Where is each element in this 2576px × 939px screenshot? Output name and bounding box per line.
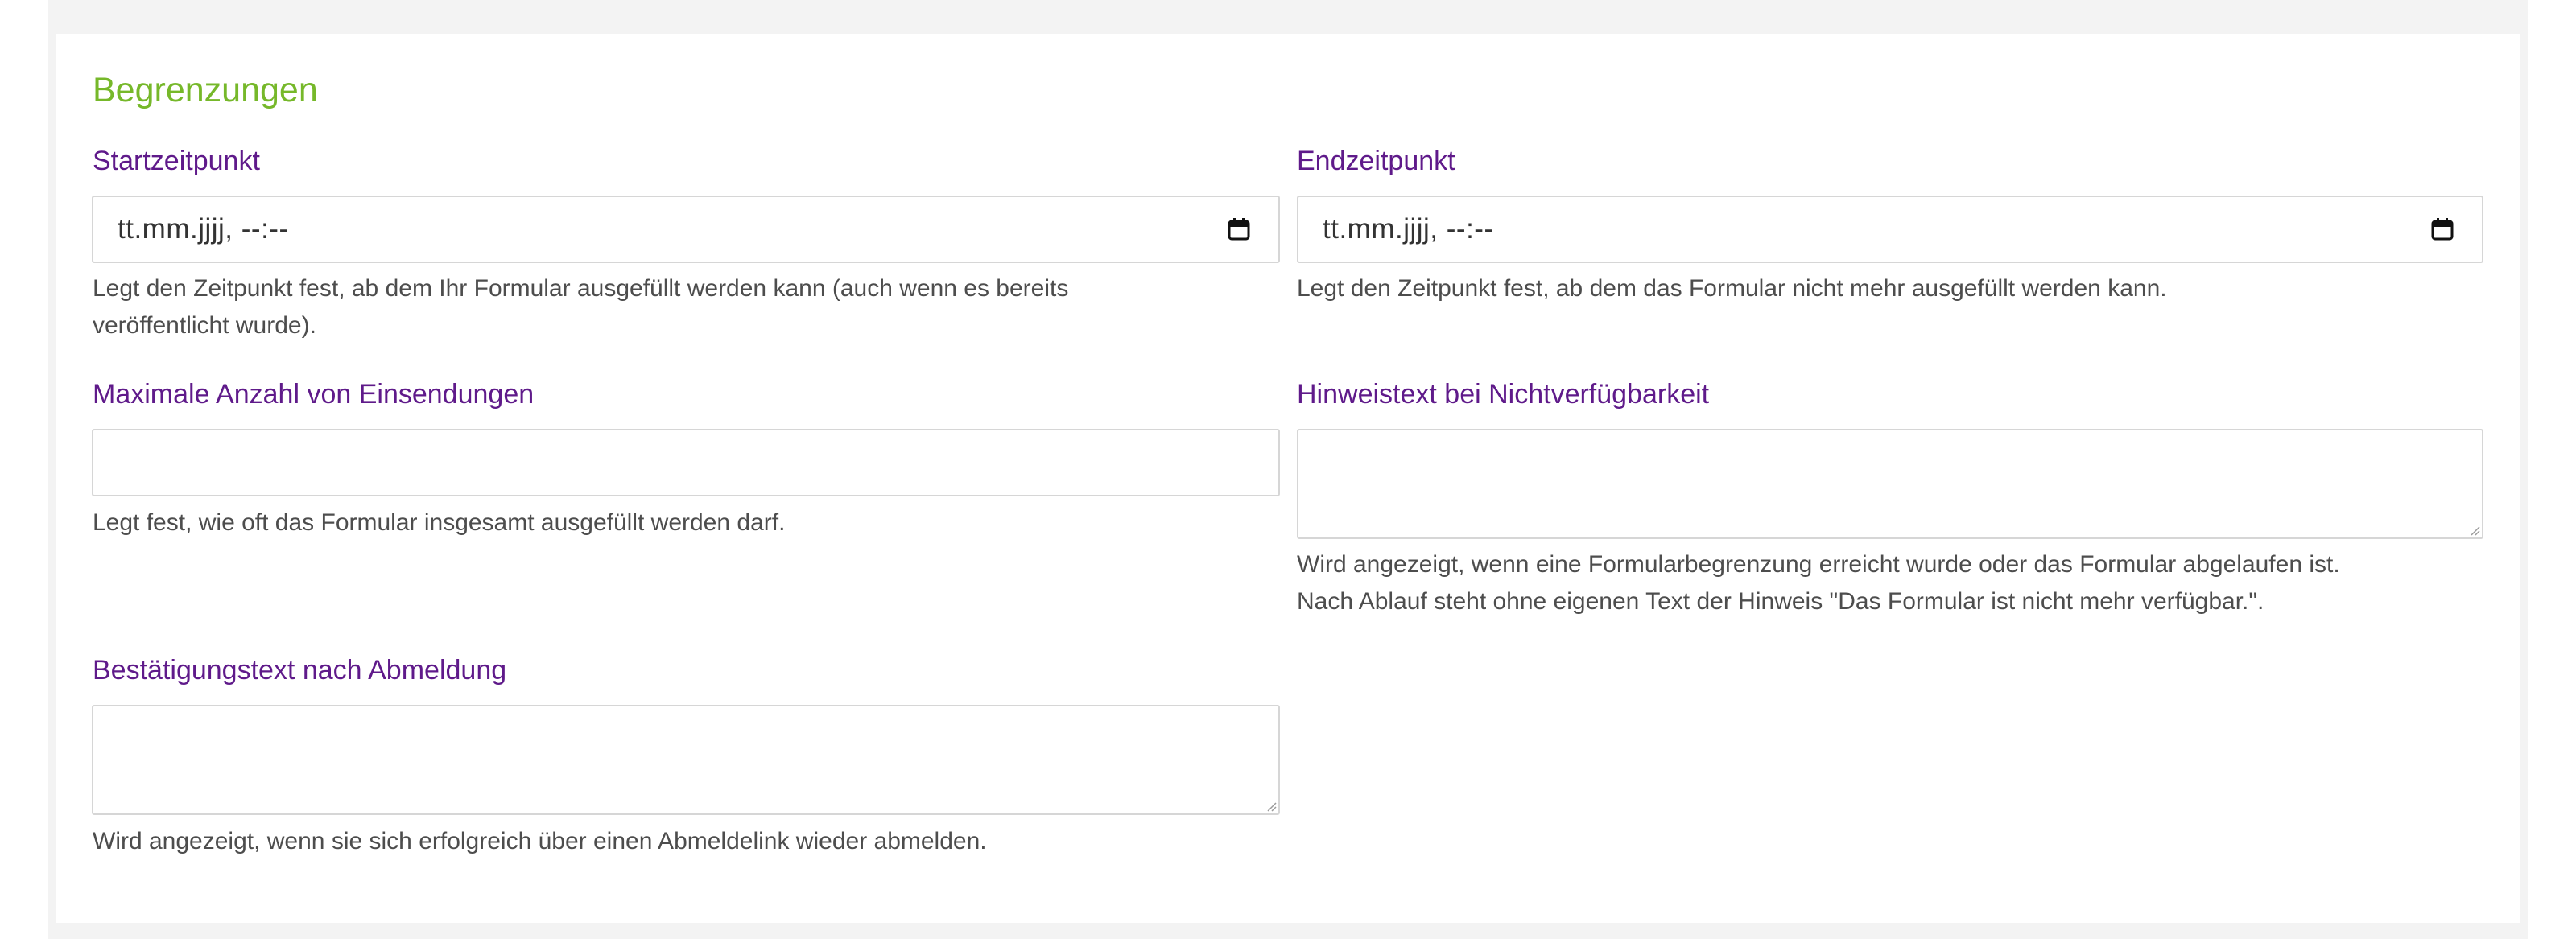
end-time-label: Endzeitpunkt bbox=[1297, 146, 1455, 176]
start-time-help-line1: Legt den Zeitpunkt fest, ab dem Ihr Form… bbox=[93, 275, 1069, 302]
resize-grip-icon[interactable] bbox=[1265, 801, 1277, 812]
start-time-placeholder: tt.mm.jjjj, --:-- bbox=[118, 213, 289, 245]
start-time-help-line2: veröffentlicht wurde). bbox=[93, 312, 316, 339]
calendar-icon[interactable] bbox=[2430, 217, 2454, 241]
unsubscribe-confirmation-help: Wird angezeigt, wenn sie sich erfolgreic… bbox=[93, 828, 987, 855]
resize-grip-icon[interactable] bbox=[2469, 525, 2480, 536]
unavailable-notice-textarea[interactable] bbox=[1297, 429, 2483, 539]
start-time-label: Startzeitpunkt bbox=[93, 146, 260, 176]
start-time-input[interactable]: tt.mm.jjjj, --:-- bbox=[92, 196, 1280, 263]
section-title: Begrenzungen bbox=[93, 71, 318, 109]
unavailable-notice-label: Hinweistext bei Nichtverfügbarkeit bbox=[1297, 379, 1710, 410]
max-submissions-input[interactable] bbox=[92, 429, 1280, 496]
end-time-help: Legt den Zeitpunkt fest, ab dem das Form… bbox=[1297, 275, 2167, 302]
calendar-icon[interactable] bbox=[1227, 217, 1251, 241]
max-submissions-help: Legt fest, wie oft das Formular insgesam… bbox=[93, 509, 786, 536]
max-submissions-label: Maximale Anzahl von Einsendungen bbox=[93, 379, 535, 410]
unsubscribe-confirmation-label: Bestätigungstext nach Abmeldung bbox=[93, 655, 507, 686]
end-time-input[interactable]: tt.mm.jjjj, --:-- bbox=[1297, 196, 2483, 263]
end-time-placeholder: tt.mm.jjjj, --:-- bbox=[1323, 213, 1494, 245]
unsubscribe-confirmation-textarea[interactable] bbox=[92, 705, 1280, 815]
unavailable-notice-help-line2: Nach Ablauf steht ohne eigenen Text der … bbox=[1297, 588, 2264, 615]
unavailable-notice-help-line1: Wird angezeigt, wenn eine Formularbegren… bbox=[1297, 551, 2340, 578]
